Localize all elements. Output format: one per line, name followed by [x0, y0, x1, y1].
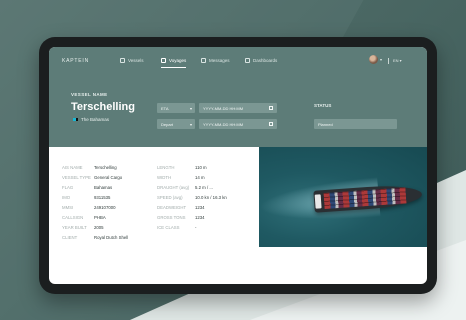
ship-containers	[323, 187, 407, 210]
detail-label: VESSEL TYPE	[62, 175, 91, 180]
detail-value: 10.0 kn / 16.3 kn	[195, 195, 227, 200]
nav-item-voyages[interactable]: Voyages	[161, 58, 187, 68]
eta-datetime-field[interactable]: YYYY-MM-DD HH:MM	[199, 103, 277, 113]
detail-value: 249107000	[94, 205, 116, 210]
language-label: EN	[393, 58, 399, 63]
status-value: Planned	[318, 122, 333, 127]
detail-value: General Cargo	[94, 175, 123, 180]
departure-datetime-value: YYYY-MM-DD HH:MM	[203, 122, 244, 127]
nav-item-vessels[interactable]: Vessels	[120, 58, 144, 63]
nav-item-dashboards[interactable]: Dashboards	[245, 58, 277, 63]
detail-value: 2005	[94, 225, 104, 230]
message-icon	[201, 58, 206, 63]
detail-label: MMSI	[62, 205, 74, 210]
detail-value: 1234	[195, 215, 205, 220]
chart-icon	[245, 58, 250, 63]
status-select[interactable]: Planned	[314, 119, 397, 129]
detail-label: IMO	[62, 195, 71, 200]
chevron-down-icon: ▾	[189, 106, 192, 111]
detail-label: CLIENT	[62, 235, 78, 240]
tablet-frame: KAPTEIN Vessels Voyages Messages Dashboa…	[39, 37, 437, 294]
departure-select-value: Depart	[161, 122, 174, 127]
detail-value: 5.2 m / ...	[195, 185, 213, 190]
vessel-header-panel: KAPTEIN Vessels Voyages Messages Dashboa…	[49, 47, 427, 147]
language-selector[interactable]: EN ▾	[393, 58, 402, 63]
detail-label: DEADWEIGHT	[157, 205, 187, 210]
eta-datetime-value: YYYY-MM-DD HH:MM	[203, 106, 244, 111]
vessel-name: Terschelling	[71, 101, 135, 113]
ship-icon	[120, 58, 125, 63]
ship-bridge	[314, 194, 322, 209]
user-avatar[interactable]	[369, 55, 378, 64]
detail-value: -	[195, 225, 197, 230]
vessel-flag-label: The Bahamas	[81, 117, 110, 122]
detail-label: WIDTH	[157, 175, 172, 180]
chevron-down-icon: ▾	[189, 122, 192, 127]
detail-label: LENGTH	[157, 165, 175, 170]
app-screen: KAPTEIN Vessels Voyages Messages Dashboa…	[49, 47, 427, 284]
top-nav: KAPTEIN Vessels Voyages Messages Dashboa…	[49, 47, 427, 77]
detail-label: DRAUGHT (avg)	[157, 185, 190, 190]
detail-label: YEAR BUILT	[62, 225, 87, 230]
calendar-icon	[269, 106, 273, 110]
vessel-flag: The Bahamas	[73, 117, 109, 122]
detail-label: AIS NAME	[62, 165, 83, 170]
calendar-icon	[269, 122, 273, 126]
departure-datetime-field[interactable]: YYYY-MM-DD HH:MM	[199, 119, 277, 129]
nav-divider	[388, 58, 389, 64]
detail-value: 14 m	[195, 175, 205, 180]
departure-select[interactable]: Depart ▾	[157, 119, 195, 129]
brand-logo[interactable]: KAPTEIN	[62, 58, 89, 64]
detail-value: Royal Dutch Shell	[94, 235, 129, 240]
nav-item-label: Voyages	[169, 58, 187, 63]
detail-label: CALLSIGN	[62, 215, 84, 220]
nav-item-messages[interactable]: Messages	[201, 58, 230, 63]
detail-value: Bahamas	[94, 185, 113, 190]
detail-label: GROSS TONS	[157, 215, 186, 220]
route-icon	[161, 58, 166, 63]
detail-label: SPEED (avg)	[157, 195, 183, 200]
nav-item-label: Dashboards	[253, 58, 278, 63]
eta-select[interactable]: ETA ▾	[157, 103, 195, 113]
bahamas-flag-icon	[73, 118, 78, 121]
eta-select-value: ETA	[161, 106, 169, 111]
detail-value: 9311535	[94, 195, 111, 200]
detail-value: 110 m	[195, 165, 207, 170]
vessel-photo	[259, 147, 427, 247]
nav-item-label: Messages	[209, 58, 230, 63]
status-label: STATUS	[314, 103, 332, 108]
detail-value: PHBA	[94, 215, 106, 220]
chevron-down-icon[interactable]: ▾	[380, 57, 382, 62]
detail-label: ICE CLASS	[157, 225, 180, 230]
detail-value: Terschelling	[94, 165, 117, 170]
detail-value: 1234	[195, 205, 205, 210]
nav-item-label: Vessels	[128, 58, 144, 63]
detail-label: FLAG	[62, 185, 74, 190]
vessel-name-label: VESSEL NAME	[71, 92, 108, 97]
